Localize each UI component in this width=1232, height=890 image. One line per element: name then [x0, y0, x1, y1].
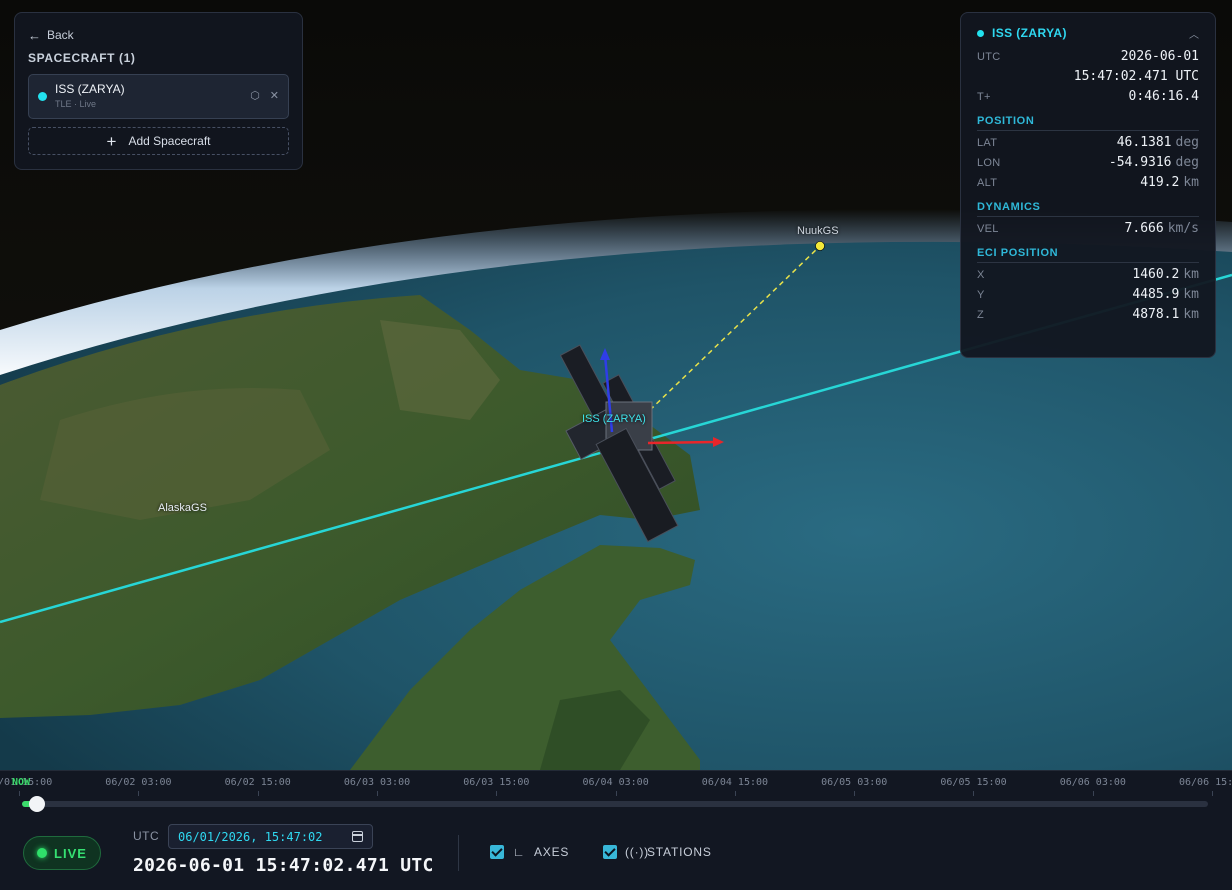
vel-value: 7.666: [1124, 221, 1164, 236]
spacecraft-color-dot: [38, 92, 47, 101]
lat-unit: deg: [1175, 135, 1199, 150]
timeline-tick-mark: [1212, 791, 1213, 796]
station-marker-nuuk[interactable]: [815, 241, 825, 251]
close-icon[interactable]: ✕: [270, 89, 279, 102]
stations-label: STATIONS: [647, 845, 712, 859]
telemetry-title: ISS (ZARYA): [992, 26, 1067, 40]
utc-time-value: 15:47:02.471 UTC: [1073, 69, 1199, 84]
timeline-tick-label: 06/04 03:00: [582, 777, 649, 788]
position-section-title: POSITION: [977, 109, 1199, 131]
timeline-scrubber-handle[interactable]: [29, 796, 46, 812]
alt-unit: km: [1183, 175, 1199, 190]
dynamics-section-title: DYNAMICS: [977, 195, 1199, 217]
axes-checkbox[interactable]: [490, 845, 504, 859]
timeline-tick-label: 06/03 03:00: [343, 777, 411, 788]
eci-x-unit: km: [1183, 267, 1199, 282]
eci-y-unit: km: [1183, 287, 1199, 302]
utc-date-value: 2026-06-01: [1120, 49, 1199, 64]
timeline-tick-label: 06/05 15:00: [940, 777, 1007, 788]
tplus-value: 0:46:16.4: [1128, 89, 1199, 104]
current-time-display: 2026-06-01 15:47:02.471 UTC: [133, 855, 434, 876]
antenna-icon: ((·)): [625, 845, 649, 859]
stations-checkbox[interactable]: [603, 845, 617, 859]
telemetry-panel: ISS (ZARYA) ︿ UTC 2026-06-01 15:47:02.471…: [960, 12, 1216, 358]
axis-x-arrow: [647, 440, 716, 445]
live-label: LIVE: [54, 845, 87, 861]
timeline-tick-mark: [973, 791, 975, 796]
timeline-tick-label: 06/02 03:00: [105, 777, 172, 788]
spacecraft-list-item[interactable]: ISS (ZARYA) TLE · Live ⬡ ✕: [28, 74, 289, 119]
timeline-track[interactable]: [22, 796, 1208, 812]
timeline-tick-label: 06/04 15:00: [701, 777, 769, 788]
arrow-left-icon: ←: [28, 27, 41, 43]
now-marker-label: NOW: [12, 777, 31, 788]
timeline-tick-mark: [257, 791, 259, 796]
timeline-tick-label: 06/05 03:00: [821, 777, 888, 788]
lat-value: 46.1381: [1116, 135, 1172, 150]
axes-label: AXES: [534, 845, 570, 859]
alt-label: ALT: [977, 177, 998, 189]
back-button[interactable]: ← Back: [28, 27, 289, 43]
timeline-tick-mark: [615, 791, 617, 796]
timeline-bar: 06/01 15:0006/02 03:0006/02 15:0006/03 0…: [0, 770, 1232, 890]
live-indicator-dot: [37, 848, 48, 858]
panel-title: SPACECRAFT (1): [28, 51, 136, 65]
toolbar-divider: [458, 835, 459, 871]
station-label-nuuk[interactable]: NuukGS: [797, 225, 839, 237]
spacecraft-label[interactable]: ISS (ZARYA): [582, 413, 646, 425]
calendar-icon[interactable]: [352, 831, 363, 842]
add-spacecraft-button[interactable]: + Add Spacecraft: [28, 127, 289, 155]
eci-y-value: 4485.9: [1132, 287, 1180, 302]
timeline-tick-mark: [1092, 791, 1094, 796]
back-label: Back: [47, 28, 74, 42]
timeline-ticks: 06/01 15:0006/02 03:0006/02 15:0006/03 0…: [0, 771, 1232, 796]
add-spacecraft-label: Add Spacecraft: [128, 134, 211, 148]
spacecraft-panel: ← Back SPACECRAFT (1) ISS (ZARYA) TLE · …: [14, 12, 303, 170]
eci-x-label: X: [977, 269, 985, 281]
timeline-tick-label: 06/06 15:00: [1179, 777, 1232, 788]
axes-toggle[interactable]: ∟ AXES: [490, 845, 569, 859]
eci-y-label: Y: [977, 289, 985, 301]
station-label-alaska[interactable]: AlaskaGS: [158, 502, 207, 514]
eci-x-value: 1460.2: [1132, 267, 1180, 282]
timeline-tick-mark: [854, 791, 856, 796]
timeline-tick-mark: [496, 791, 498, 796]
eci-z-value: 4878.1: [1132, 307, 1180, 322]
eci-section-title: ECI POSITION: [977, 241, 1199, 263]
vel-unit: km/s: [1167, 221, 1199, 236]
timeline-tick-mark: [138, 791, 140, 796]
timeline-tick-mark: [376, 791, 378, 796]
lon-unit: deg: [1175, 155, 1199, 170]
eci-z-unit: km: [1183, 307, 1199, 322]
utc-label: UTC: [977, 51, 1001, 63]
timeline-tick-label: 06/06 03:00: [1059, 777, 1126, 788]
vel-label: VEL: [977, 223, 999, 235]
timeline-tick-label: 06/03 15:00: [463, 777, 530, 788]
alt-value: 419.2: [1140, 175, 1180, 190]
chevron-up-icon[interactable]: ︿: [1189, 26, 1199, 41]
spacecraft-color-dot: [977, 29, 984, 37]
timeline-tick-label: 06/02 15:00: [224, 777, 291, 788]
cube-icon[interactable]: ⬡: [250, 89, 260, 102]
plus-icon: +: [106, 131, 117, 151]
telemetry-header[interactable]: ISS (ZARYA) ︿: [977, 25, 1199, 41]
lat-label: LAT: [977, 137, 998, 149]
timeline-tick-mark: [19, 791, 20, 796]
lon-label: LON: [977, 157, 1001, 169]
axes-icon: ∟: [512, 845, 526, 859]
datetime-input-value: 06/01/2026, 15:47:02: [178, 829, 323, 844]
live-button[interactable]: LIVE: [23, 836, 101, 870]
lon-value: -54.9316: [1108, 155, 1172, 170]
eci-z-label: Z: [977, 309, 985, 321]
timeline-tick-mark: [734, 791, 736, 796]
tplus-label: T+: [977, 91, 991, 103]
datetime-input[interactable]: 06/01/2026, 15:47:02: [168, 824, 373, 849]
stations-toggle[interactable]: ((·)) STATIONS: [603, 845, 712, 859]
datetime-utc-label: UTC: [133, 829, 160, 843]
